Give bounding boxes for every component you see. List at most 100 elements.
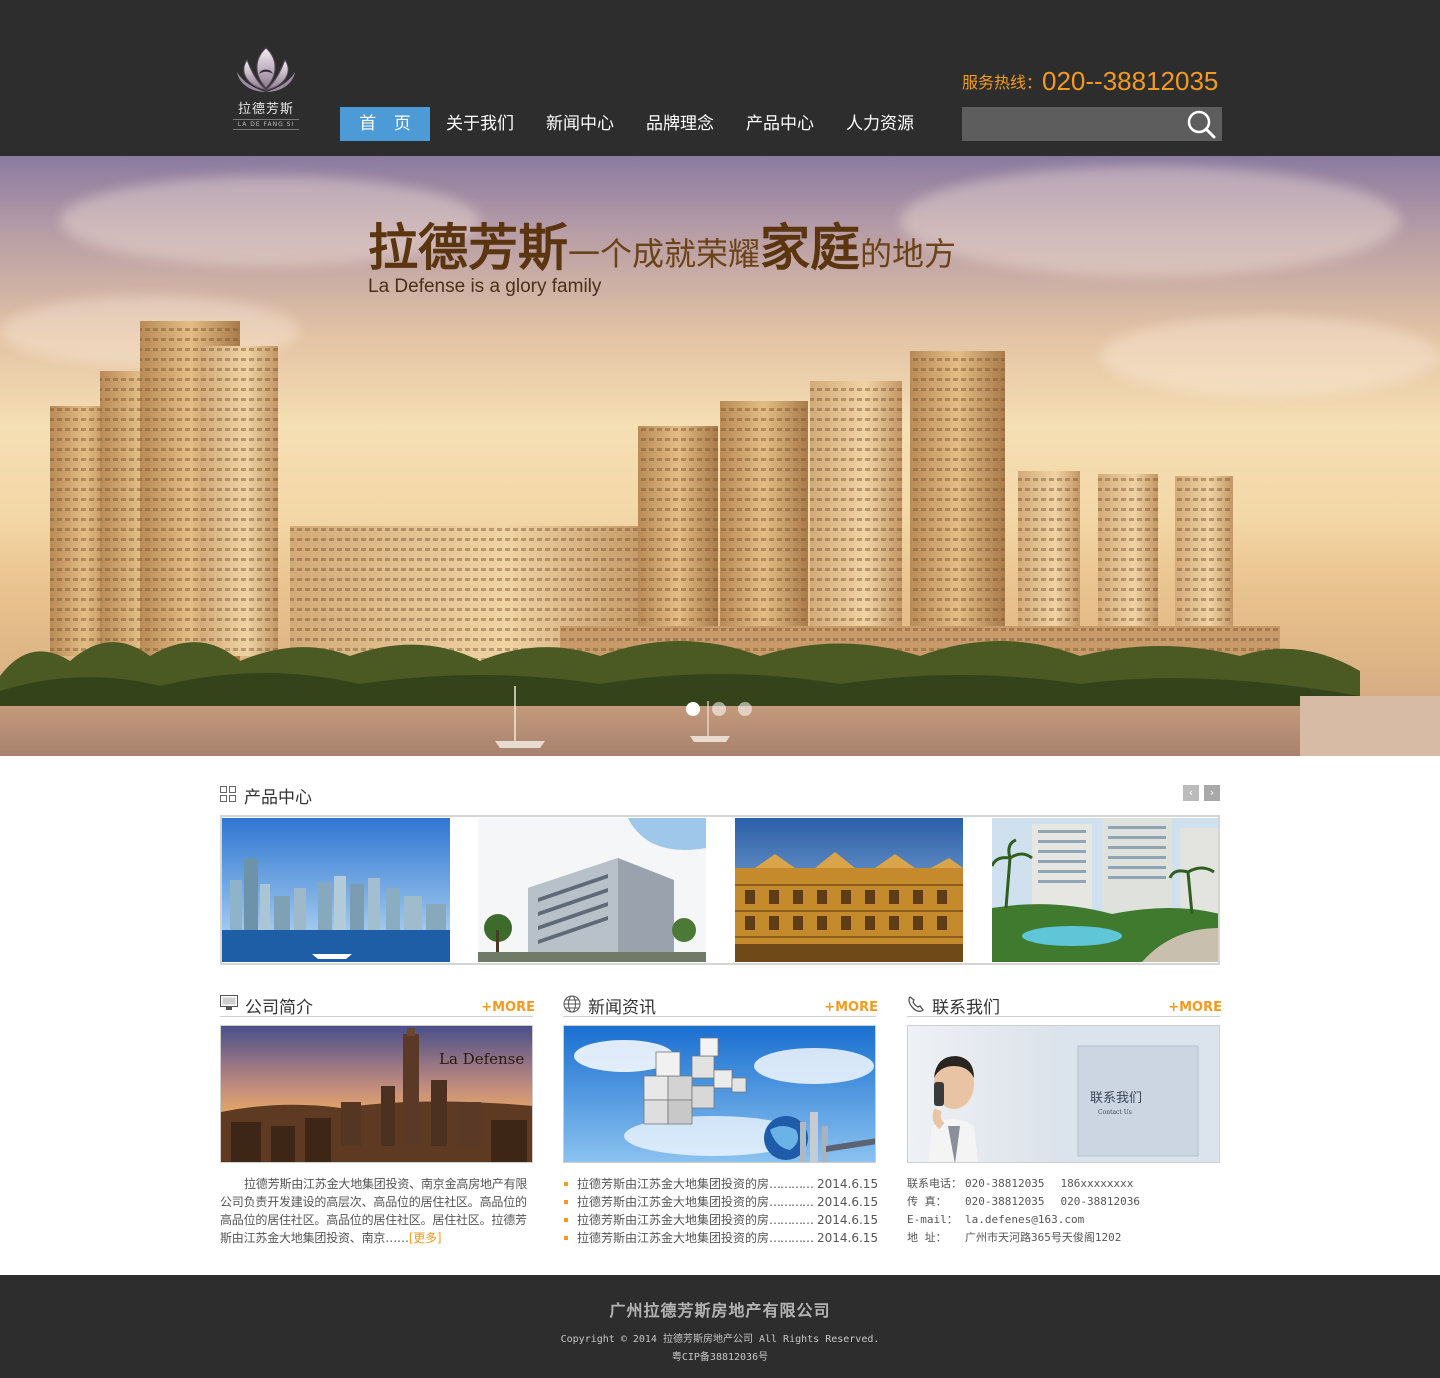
mobile-value: 186xxxxxxxx bbox=[1060, 1177, 1134, 1190]
hotline: 服务热线：020--38812035 bbox=[962, 66, 1218, 97]
news-image[interactable] bbox=[563, 1025, 876, 1163]
cubes-photo bbox=[564, 1026, 875, 1162]
fax-value-1: 020-38812035 bbox=[965, 1195, 1045, 1208]
nav-item-home[interactable]: 首 页 bbox=[340, 107, 430, 141]
contact-header: 联系我们 +MORE bbox=[907, 993, 1222, 1018]
nav-item-about[interactable]: 关于我们 bbox=[430, 107, 530, 141]
banner-title-brand: 拉德芳斯 bbox=[368, 218, 568, 277]
news-item-title: 拉德芳斯由江苏金大地集团投资的房 bbox=[577, 1231, 769, 1245]
slide-dot-3[interactable] bbox=[738, 702, 752, 716]
nav-item-brand[interactable]: 品牌理念 bbox=[630, 107, 730, 141]
logo-english-name: LA DE FANG SI bbox=[233, 119, 299, 130]
news-item-date: 2014.6.15 bbox=[817, 1231, 879, 1245]
about-body: 拉德芳斯由江苏金大地集团投资、南京金高房地产有限公司负责开发建设的高层次、高品位… bbox=[220, 1177, 528, 1245]
search-box bbox=[962, 107, 1222, 141]
products-carousel bbox=[220, 815, 1220, 965]
main-nav: 首 页 关于我们 新闻中心 品牌理念 产品中心 人力资源 bbox=[340, 107, 930, 141]
nav-item-products[interactable]: 产品中心 bbox=[730, 107, 830, 141]
lotus-logo-icon bbox=[237, 47, 295, 92]
slide-indicators bbox=[686, 702, 752, 716]
address-label: 地 址： bbox=[907, 1231, 947, 1244]
news-section: 新闻资讯 +MORE 拉德芳斯由江苏金大地集团投资的房………… 2014.6.15… bbox=[563, 993, 879, 1247]
address-value: 广州市天河路365号天俊阁1202 bbox=[965, 1231, 1122, 1244]
news-item[interactable]: 拉德芳斯由江苏金大地集团投资的房………… 2014.6.15 bbox=[563, 1193, 879, 1211]
site-footer: 广州拉德芳斯房地产有限公司 Copyright © 2014 拉德芳斯房地产公司… bbox=[0, 1275, 1440, 1378]
phone-value: 020-38812035 bbox=[965, 1177, 1045, 1190]
slide-dot-2[interactable] bbox=[712, 702, 726, 716]
search-icon bbox=[1187, 110, 1216, 139]
city-photo: La Defense bbox=[221, 1026, 532, 1162]
news-item-date: 2014.6.15 bbox=[817, 1195, 879, 1209]
about-more-inline-link[interactable]: [更多] bbox=[409, 1231, 442, 1245]
contact-title: 联系我们 bbox=[932, 998, 1000, 1018]
news-item-date: 2014.6.15 bbox=[817, 1213, 879, 1227]
about-more-link[interactable]: +MORE bbox=[481, 1000, 535, 1015]
news-item[interactable]: 拉德芳斯由江苏金大地集团投资的房………… 2014.6.15 bbox=[563, 1229, 879, 1247]
news-item-title: 拉德芳斯由江苏金大地集团投资的房 bbox=[577, 1177, 769, 1191]
about-image-caption: La Defense bbox=[439, 1050, 524, 1068]
contact-section: 联系我们 +MORE 联系我们 Contact Us 联系电话： 020-3881… bbox=[907, 993, 1222, 1247]
hotline-label: 服务热线： bbox=[962, 73, 1043, 92]
contact-image-text-en: Contact Us bbox=[1098, 1109, 1132, 1116]
monitor-icon bbox=[220, 995, 238, 1010]
banner-title-part: 一个成就荣耀 bbox=[568, 235, 761, 273]
news-item[interactable]: 拉德芳斯由江苏金大地集团投资的房………… 2014.6.15 bbox=[563, 1175, 879, 1193]
next-arrow-button[interactable]: › bbox=[1204, 785, 1220, 801]
products-section-header: 产品中心 ‹ › bbox=[220, 783, 1220, 809]
email-label: E-mail： bbox=[907, 1213, 958, 1226]
news-item-leader: ………… bbox=[769, 1231, 814, 1245]
search-input[interactable] bbox=[962, 107, 1182, 141]
news-item-leader: ………… bbox=[769, 1177, 814, 1191]
products-title: 产品中心 bbox=[244, 788, 312, 808]
footer-company-name: 广州拉德芳斯房地产有限公司 bbox=[609, 1301, 831, 1320]
contact-more-link[interactable]: +MORE bbox=[1168, 1000, 1222, 1015]
news-item[interactable]: 拉德芳斯由江苏金大地集团投资的房………… 2014.6.15 bbox=[563, 1211, 879, 1229]
logo-chinese-name: 拉德芳斯 bbox=[237, 102, 294, 117]
about-header: 公司简介 +MORE bbox=[220, 993, 535, 1018]
prev-arrow-button[interactable]: ‹ bbox=[1183, 785, 1199, 801]
banner-title-emphasis: 家庭 bbox=[760, 218, 861, 277]
product-thumbnail-1[interactable] bbox=[222, 818, 450, 962]
news-item-title: 拉德芳斯由江苏金大地集团投资的房 bbox=[577, 1195, 769, 1209]
news-item-leader: ………… bbox=[769, 1213, 814, 1227]
product-thumbnail-3[interactable] bbox=[735, 818, 963, 962]
contact-phone-row: 联系电话： 020-38812035 186xxxxxxxx bbox=[907, 1175, 1220, 1193]
office-photo: 联系我们 Contact Us bbox=[908, 1026, 1219, 1162]
contact-fax-row: 传 真： 020-38812035 020-38812036 bbox=[907, 1193, 1220, 1211]
nav-item-news[interactable]: 新闻中心 bbox=[530, 107, 630, 141]
slide-dot-1[interactable] bbox=[686, 702, 700, 716]
about-image[interactable]: La Defense bbox=[220, 1025, 533, 1163]
contact-image[interactable]: 联系我们 Contact Us bbox=[907, 1025, 1220, 1163]
product-image bbox=[222, 818, 450, 962]
about-text: 拉德芳斯由江苏金大地集团投资、南京金高房地产有限公司负责开发建设的高层次、高品位… bbox=[220, 1175, 533, 1247]
hero-banner: 拉德芳斯一个成就荣耀家庭的地方 La Defense is a glory fa… bbox=[0, 156, 1440, 756]
footer-copyright: Copyright © 2014 拉德芳斯房地产公司 All Rights Re… bbox=[560, 1334, 880, 1345]
fax-label: 传 真： bbox=[907, 1195, 947, 1208]
email-value[interactable]: la.defenes@163.com bbox=[965, 1213, 1084, 1226]
footer-icp[interactable]: 粤CIP备38812036号 bbox=[0, 1348, 1440, 1363]
news-header: 新闻资讯 +MORE bbox=[563, 993, 878, 1018]
grid-icon bbox=[220, 786, 236, 802]
search-button[interactable] bbox=[1186, 109, 1218, 139]
products-carousel-arrows: ‹ › bbox=[1183, 785, 1220, 801]
news-list: 拉德芳斯由江苏金大地集团投资的房………… 2014.6.15 拉德芳斯由江苏金大地… bbox=[563, 1175, 879, 1247]
product-thumbnail-2[interactable] bbox=[478, 818, 706, 962]
news-item-date: 2014.6.15 bbox=[817, 1177, 879, 1191]
product-image bbox=[478, 818, 706, 962]
banner-title: 拉德芳斯一个成就荣耀家庭的地方 bbox=[368, 208, 956, 280]
news-item-leader: ………… bbox=[769, 1195, 814, 1209]
about-title: 公司简介 bbox=[245, 998, 313, 1018]
contact-image-text: 联系我们 bbox=[1090, 1091, 1142, 1106]
news-more-link[interactable]: +MORE bbox=[824, 1000, 878, 1015]
globe-icon bbox=[563, 995, 581, 1013]
banner-subtitle: La Defense is a glory family bbox=[368, 276, 602, 297]
news-item-title: 拉德芳斯由江苏金大地集团投资的房 bbox=[577, 1213, 769, 1227]
logo[interactable]: 拉德芳斯 LA DE FANG SI bbox=[222, 44, 310, 148]
contact-info: 联系电话： 020-38812035 186xxxxxxxx 传 真： 020-388… bbox=[907, 1175, 1220, 1247]
product-image bbox=[735, 818, 963, 962]
product-thumbnail-4[interactable] bbox=[992, 818, 1218, 962]
contact-email-row: E-mail： la.defenes@163.com bbox=[907, 1211, 1220, 1229]
phone-icon bbox=[908, 996, 924, 1012]
product-image bbox=[992, 818, 1218, 962]
nav-item-hr[interactable]: 人力资源 bbox=[830, 107, 930, 141]
